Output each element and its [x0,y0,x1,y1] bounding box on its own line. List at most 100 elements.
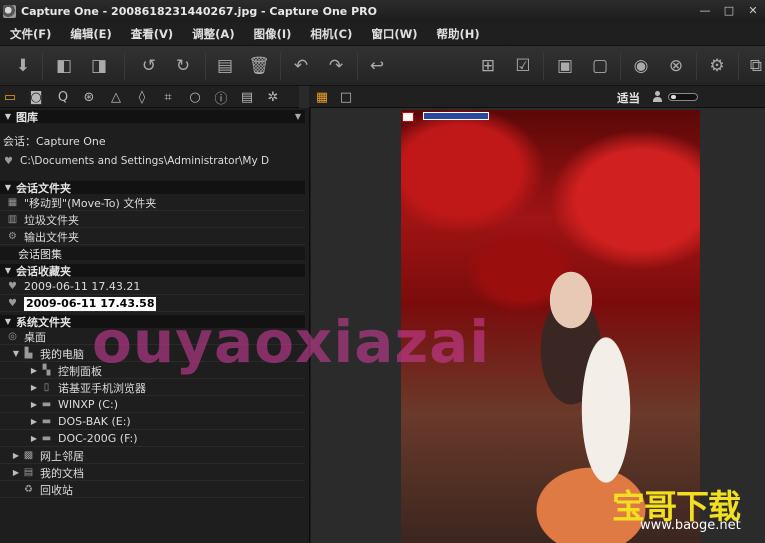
lens-tab-icon[interactable]: ◊ [133,88,151,106]
window-controls: — □ ✕ [693,2,765,19]
tree-item-nokia-browser[interactable]: ▶ ▯ 诺基亚手机浏览器 [0,380,305,396]
trash-icon: ▥ [7,214,18,225]
session-path: ♥ C:\Documents and Settings\Administrato… [0,153,305,169]
color-tab-icon[interactable]: ⊛ [80,88,98,106]
tree-item-my-documents[interactable]: ▶ ▤ 我的文档 [0,465,305,481]
exposure-tab-icon[interactable]: △ [107,88,125,106]
menu-bar: 文件(F) 编辑(E) 查看(V) 调整(A) 图像(I) 相机(C) 窗口(W… [0,22,765,46]
search-tab-icon[interactable]: ○ [186,88,204,106]
move-to-folder-icon: ▦ [7,197,18,208]
import-icon[interactable]: ⬇ [12,55,34,77]
capture-tab-camera-icon[interactable]: ◙ [27,88,45,106]
crop-tab-icon[interactable]: ⌗ [159,88,177,106]
tree-item-network[interactable]: ▶ ▩ 网上邻居 [0,448,305,464]
recycle-bin-icon: ♻ [24,484,33,495]
window-title: Capture One - 2008618231440267.jpg - Cap… [21,4,377,18]
drive-icon: ▬ [41,433,52,444]
info-tab-icon[interactable]: ⓘ [212,88,230,107]
site-url: www.baoge.net [640,518,741,533]
control-panel-icon: ▚ [42,365,51,376]
output-tab-icon[interactable]: ▤ [238,88,256,106]
collapse-icon: ▼ [4,317,12,326]
expand-icon[interactable]: ▶ [10,451,22,460]
list-item[interactable]: ⚙ 输出文件夹 [0,229,305,245]
tree-item-drive-c[interactable]: ▶ ▬ WINXP (C:) [0,397,305,413]
camera-icon[interactable]: ◉ [630,55,652,77]
expand-icon[interactable]: ▶ [28,383,40,392]
menu-adjust[interactable]: 调整(A) [192,26,234,42]
menu-view[interactable]: 查看(V) [131,26,173,42]
list-item[interactable]: ▦ "移动到"(Move-To) 文件夹 [0,195,305,211]
session-folders-header[interactable]: ▼ 会话文件夹 [0,181,305,195]
app-icon [3,4,16,18]
new-variant-icon[interactable]: ⊞ [477,55,499,77]
main-toolbar: ⬇ ◧ ◨ ↺ ↻ ▤ 🗑 ↶ ↷ ↩ ⊞ ☑ ▣ ▢ ◉ ⊗ ⚙ ⧉ [0,46,765,86]
expand-icon[interactable]: ▶ [28,434,40,443]
process-icon[interactable]: ☑ [512,55,534,77]
collapse-icon: ▼ [4,183,12,192]
tree-item-recycle-bin[interactable]: ♻ 回收站 [0,482,305,498]
heart-icon: ♥ [4,155,13,167]
next-image-icon[interactable]: ◨ [88,55,110,77]
grid-view-icon[interactable]: ▦ [313,88,331,106]
gear-icon[interactable]: ⚙ [706,55,728,77]
library-header[interactable]: ▼ 图库 ▼ [0,110,305,124]
undo-icon[interactable]: ↶ [290,55,312,77]
computer-icon: ▙ [24,348,33,359]
list-item[interactable]: ♥ 2009-06-11 17.43.21 [0,279,305,295]
expand-icon[interactable]: ▶ [28,417,40,426]
expand-icon[interactable]: ▶ [28,366,40,375]
loupe-tab-icon[interactable]: Q [54,88,72,106]
zoom-slider[interactable] [668,93,698,101]
expand-icon[interactable]: ▶ [28,400,40,409]
menu-edit[interactable]: 编辑(E) [70,26,111,42]
photo-caption-strip [423,112,489,120]
zoom-slider-knob[interactable] [671,95,676,99]
watermark-text: ouyaoxiazai [92,308,491,376]
stop-icon[interactable]: ⊗ [665,55,687,77]
network-icon: ▩ [23,450,34,461]
expand-icon[interactable]: ▶ [10,468,22,477]
menu-image[interactable]: 图像(I) [254,26,292,42]
tree-item-drive-e[interactable]: ▶ ▬ DOS-BAK (E:) [0,414,305,430]
menu-window[interactable]: 窗口(W) [371,26,417,42]
previous-image-icon[interactable]: ◧ [53,55,75,77]
title-bar: Capture One - 2008618231440267.jpg - Cap… [0,0,765,22]
rotate-left-icon[interactable]: ↺ [138,55,160,77]
list-item[interactable]: ▥ 垃圾文件夹 [0,212,305,228]
heart-icon: ♥ [8,298,17,309]
desktop-icon: ◎ [8,331,17,342]
rotate-right-icon[interactable]: ↻ [172,55,194,77]
expand-icon[interactable]: ▼ [10,349,22,358]
reset-adjustments-icon[interactable]: ↩ [366,55,388,77]
library-tab-folder-icon[interactable]: ▭ [1,88,19,106]
photo-logo-badge [402,112,414,122]
session-name: 会话：Capture One [3,135,106,148]
minimize-button[interactable]: — [693,2,717,19]
drive-icon: ▬ [41,416,52,427]
single-view-icon[interactable]: □ [337,88,355,106]
settings-tab-icon[interactable]: ✲ [264,88,282,106]
session-favorites-header[interactable]: ▼ 会话收藏夹 [0,264,305,278]
batch-output-icon[interactable]: ▣ [554,55,576,77]
session-albums-header[interactable]: 会话图集 [0,247,305,261]
trash-icon[interactable]: 🗑 [248,55,270,77]
redo-icon[interactable]: ↷ [325,55,347,77]
zoom-fit-label[interactable]: 适当 [617,90,640,106]
menu-camera[interactable]: 相机(C) [310,26,352,42]
output-recipe-icon[interactable]: ▢ [589,55,611,77]
tool-tab-bar: ▭ ◙ Q ⊛ △ ◊ ⌗ ○ ⓘ ▤ ✲ ▦ □ 适当 [0,86,765,108]
compare-icon[interactable]: ⧉ [745,55,765,77]
collapse-icon: ▼ [4,266,12,275]
documents-icon: ▤ [23,467,34,478]
tree-item-drive-f[interactable]: ▶ ▬ DOC-200G (F:) [0,431,305,447]
menu-help[interactable]: 帮助(H) [437,26,480,42]
menu-file[interactable]: 文件(F) [10,26,51,42]
gear-icon: ⚙ [8,231,17,242]
tab-scroll-handle[interactable] [299,86,309,108]
drive-icon: ▬ [41,399,52,410]
panel-menu-icon[interactable]: ▼ [295,112,301,121]
close-button[interactable]: ✕ [741,2,765,19]
move-to-folder-icon[interactable]: ▤ [214,55,236,77]
maximize-button[interactable]: □ [717,2,741,19]
